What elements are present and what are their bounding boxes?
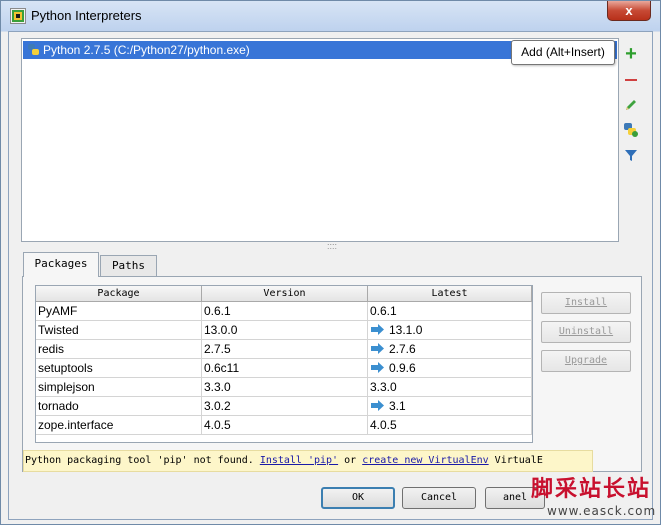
cancel-button[interactable]: Cancel [402, 487, 476, 509]
package-latest: 13.1.0 [368, 321, 532, 340]
watermark-url: www.easck.com [547, 504, 657, 518]
latest-version: 3.1 [389, 399, 406, 413]
table-row[interactable]: simplejson 3.3.0 3.3.0 [36, 378, 532, 397]
upgrade-arrow-icon [371, 324, 384, 335]
package-name: setuptools [36, 359, 202, 378]
package-name: simplejson [36, 378, 202, 397]
warning-or-text: or [344, 455, 357, 466]
dialog-window: Python Interpreters x Python 2.7.5 (C:/P… [0, 0, 661, 525]
latest-version: 13.1.0 [389, 323, 423, 337]
uninstall-button[interactable]: Uninstall [541, 321, 631, 343]
add-tooltip: Add (Alt+Insert) [511, 40, 615, 65]
watermark-logo: 脚采站长站 [531, 476, 652, 502]
latest-version: 3.3.0 [370, 380, 397, 394]
warning-text: Python packaging tool 'pip' not found. [25, 455, 254, 466]
add-icon[interactable]: + [621, 44, 641, 64]
latest-version: 2.7.6 [389, 342, 416, 356]
edit-icon[interactable] [621, 95, 641, 115]
remove-icon[interactable] [621, 70, 641, 90]
package-version: 3.3.0 [202, 378, 368, 397]
package-latest: 0.9.6 [368, 359, 532, 378]
package-name: zope.interface [36, 416, 202, 435]
install-button[interactable]: Install [541, 292, 631, 314]
filter-icon[interactable] [621, 145, 641, 165]
create-virtualenv-link[interactable]: create new VirtualEnv [362, 455, 488, 466]
package-latest: 3.3.0 [368, 378, 532, 397]
upgrade-arrow-icon [371, 343, 384, 354]
package-latest: 3.1 [368, 397, 532, 416]
package-name: tornado [36, 397, 202, 416]
tab-packages[interactable]: Packages [23, 252, 99, 277]
package-latest: 4.0.5 [368, 416, 532, 435]
packages-panel: Package Version Latest PyAMF 0.6.1 0.6.1… [22, 276, 642, 472]
table-row[interactable]: PyAMF 0.6.1 0.6.1 [36, 302, 532, 321]
interpreter-label: Python 2.7.5 (C:/Python27/python.exe) [43, 43, 250, 57]
title-bar: Python Interpreters x [1, 1, 660, 31]
pycharm-app-icon [10, 8, 26, 24]
close-button[interactable]: x [607, 1, 651, 21]
dialog-body: Python 2.7.5 (C:/Python27/python.exe) + [8, 31, 653, 520]
table-header: Package Version Latest [36, 286, 532, 302]
package-version: 13.0.0 [202, 321, 368, 340]
warning-tail-text: VirtualE [494, 455, 543, 466]
virtualenv-icon[interactable] [621, 120, 641, 140]
table-row[interactable]: redis 2.7.5 2.7.6 [36, 340, 532, 359]
interpreter-list[interactable]: Python 2.7.5 (C:/Python27/python.exe) [21, 38, 619, 242]
tab-paths[interactable]: Paths [100, 255, 157, 276]
package-version: 4.0.5 [202, 416, 368, 435]
interpreter-toolbar: + [621, 40, 641, 170]
package-name: PyAMF [36, 302, 202, 321]
pip-warning-bar: Python packaging tool 'pip' not found. I… [23, 450, 593, 472]
package-version: 2.7.5 [202, 340, 368, 359]
table-row[interactable]: setuptools 0.6c11 0.9.6 [36, 359, 532, 378]
latest-version: 4.0.5 [370, 418, 397, 432]
upgrade-arrow-icon [371, 362, 384, 373]
window-title: Python Interpreters [31, 8, 142, 23]
table-row[interactable]: zope.interface 4.0.5 4.0.5 [36, 416, 532, 435]
package-version: 0.6c11 [202, 359, 368, 378]
table-row[interactable]: Twisted 13.0.0 13.1.0 [36, 321, 532, 340]
package-latest: 2.7.6 [368, 340, 532, 359]
package-latest: 0.6.1 [368, 302, 532, 321]
packages-table[interactable]: Package Version Latest PyAMF 0.6.1 0.6.1… [35, 285, 533, 443]
package-version: 0.6.1 [202, 302, 368, 321]
column-header-package[interactable]: Package [36, 286, 202, 302]
column-header-latest[interactable]: Latest [368, 286, 532, 302]
table-row[interactable]: tornado 3.0.2 3.1 [36, 397, 532, 416]
python-icon [28, 44, 39, 55]
package-name: Twisted [36, 321, 202, 340]
upgrade-button[interactable]: Upgrade [541, 350, 631, 372]
package-name: redis [36, 340, 202, 359]
package-version: 3.0.2 [202, 397, 368, 416]
column-header-version[interactable]: Version [202, 286, 368, 302]
latest-version: 0.6.1 [370, 304, 397, 318]
ok-button[interactable]: OK [321, 487, 395, 509]
splitter-handle[interactable]: :::: [324, 242, 340, 251]
upgrade-arrow-icon [371, 400, 384, 411]
install-pip-link[interactable]: Install 'pip' [260, 455, 338, 466]
tab-container: Packages Paths Package Version Latest Py… [22, 252, 642, 474]
latest-version: 0.9.6 [389, 361, 416, 375]
